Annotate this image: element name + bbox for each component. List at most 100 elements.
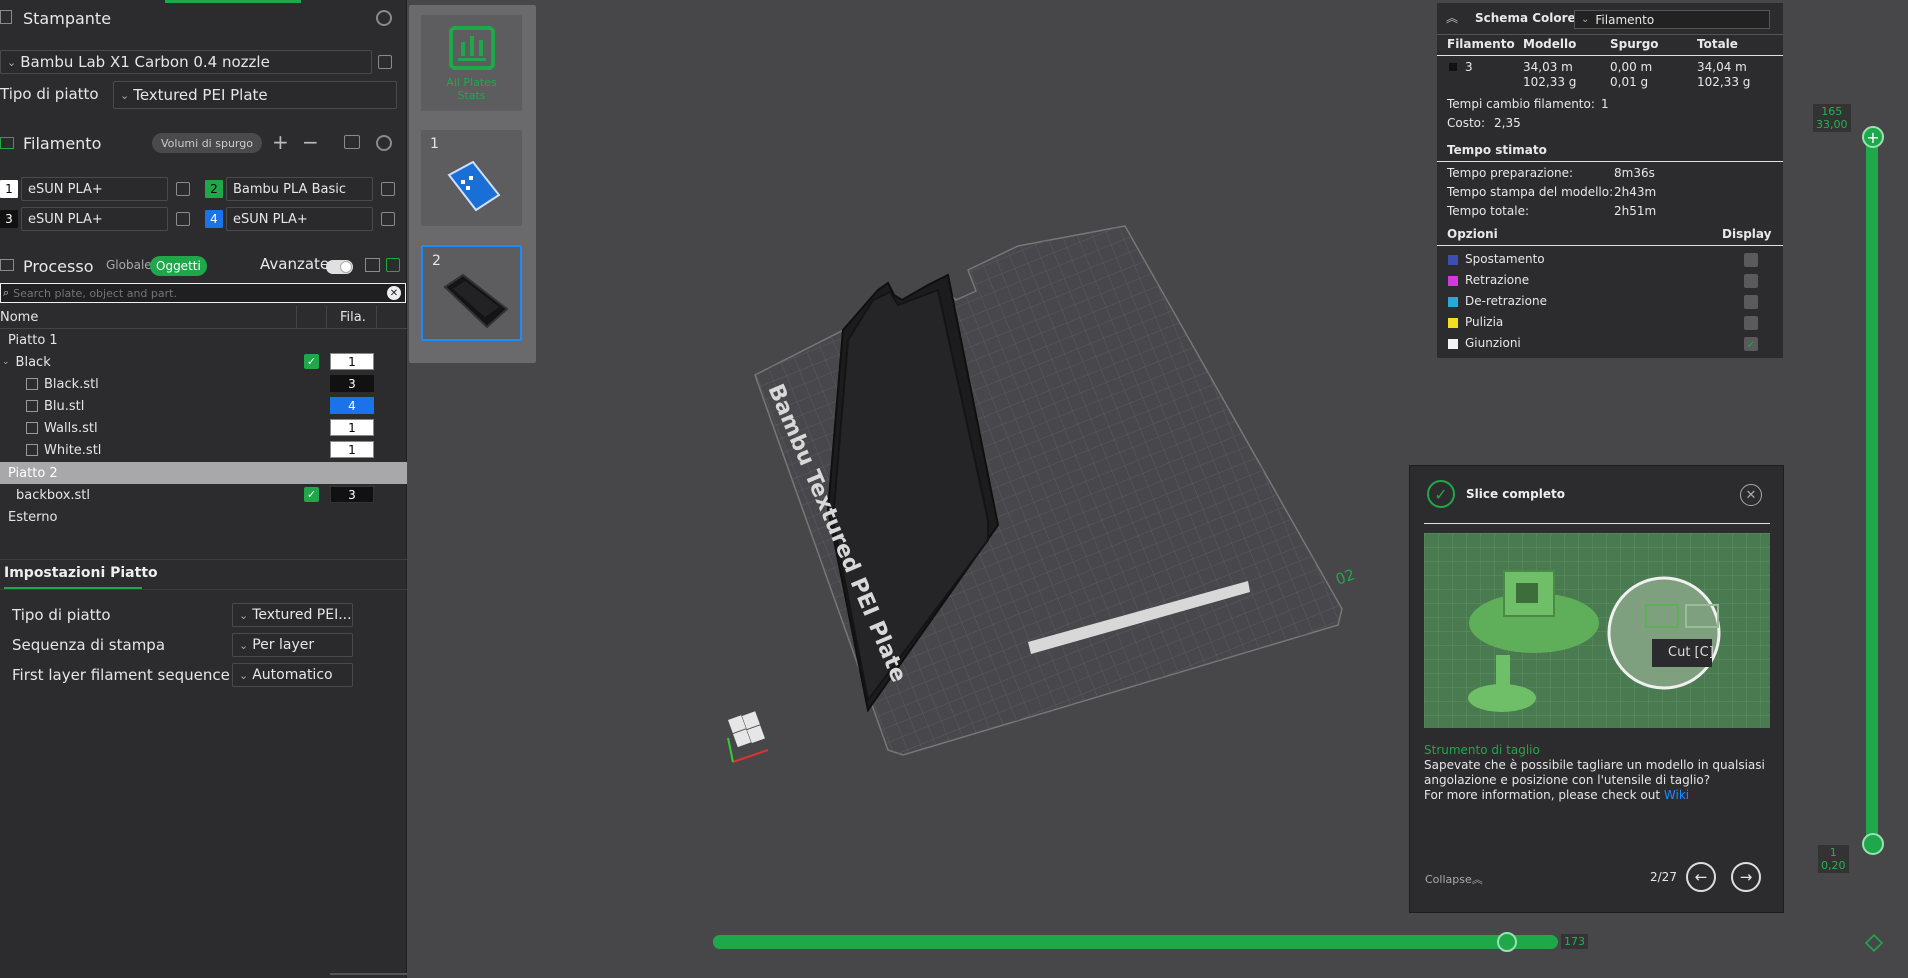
add-filament-button[interactable]: + xyxy=(272,130,289,154)
layer-slider-bottom-knob[interactable] xyxy=(1862,833,1884,855)
option-label: Giunzioni xyxy=(1465,336,1521,350)
tab-plate-settings[interactable]: Impostazioni Piatto xyxy=(4,565,158,581)
edit-icon[interactable] xyxy=(381,182,395,196)
tree-part-row[interactable]: Walls.stl 1 xyxy=(0,417,407,439)
plate-setting-select[interactable]: ⌄ Textured PEI... xyxy=(232,603,353,627)
tree-plate-2[interactable]: Piatto 2 xyxy=(0,462,407,484)
tree-plate-1[interactable]: Piatto 1 xyxy=(0,329,407,351)
y-axis xyxy=(727,737,734,763)
display-checkbox[interactable] xyxy=(1744,253,1758,267)
filament-cell[interactable]: 1 xyxy=(330,441,374,458)
display-checkbox[interactable]: ✓ xyxy=(1744,337,1758,351)
display-checkbox[interactable] xyxy=(1744,295,1758,309)
filament-slot-number[interactable]: 4 xyxy=(205,210,223,228)
option-label: Pulizia xyxy=(1465,315,1504,329)
filament-cell[interactable]: 3 xyxy=(330,375,374,392)
search-input[interactable] xyxy=(13,286,374,300)
tree-part-row[interactable]: White.stl 1 xyxy=(0,439,407,461)
printer-select[interactable]: ⌄ Bambu Lab X1 Carbon 0.4 nozzle xyxy=(0,50,372,74)
stats-label: Stats xyxy=(457,89,486,102)
plate-number: 02 xyxy=(1333,565,1357,588)
plate-type-select[interactable]: ⌄ Textured PEI Plate xyxy=(113,81,397,109)
next-tip-button[interactable]: → xyxy=(1731,862,1761,892)
layer-slider-top-knob[interactable]: + xyxy=(1862,126,1884,148)
filament-slot-number[interactable]: 1 xyxy=(0,180,18,198)
plate-thumbnail-2[interactable]: 2 xyxy=(421,245,522,341)
part-icon xyxy=(26,422,38,434)
visible-checkbox[interactable]: ✓ xyxy=(304,354,319,369)
collapse-button[interactable]: Collapse︽ xyxy=(1425,871,1483,887)
edit-icon[interactable] xyxy=(378,55,392,69)
filament-slot-select[interactable]: eSUN PLA+ xyxy=(21,207,168,231)
close-icon[interactable]: ✕ xyxy=(1740,484,1762,506)
plate-thumbnail-1[interactable]: 1 xyxy=(421,130,522,226)
gear-icon[interactable] xyxy=(376,10,392,26)
collapse-up-icon[interactable]: ︽ xyxy=(1446,9,1458,26)
chevron-down-icon: ⌄ xyxy=(239,668,249,682)
edit-icon[interactable] xyxy=(381,212,395,226)
filament-icon xyxy=(0,137,14,149)
layer-slider[interactable] xyxy=(1866,130,1878,850)
color-scheme-select[interactable]: ⌄ Filamento xyxy=(1574,10,1770,29)
collapse-label: Collapse xyxy=(1425,873,1472,886)
bottom-layer-height: 0,20 xyxy=(1821,859,1846,872)
filament-cell[interactable]: 4 xyxy=(330,397,374,414)
chevron-down-icon: ⌄ xyxy=(239,608,249,622)
option-color-swatch xyxy=(1448,318,1458,328)
plate-setting-select[interactable]: ⌄ Per layer xyxy=(232,633,353,657)
plate-setting-select[interactable]: ⌄ Automatico xyxy=(232,663,353,687)
backbox-label: backbox.stl xyxy=(16,487,91,503)
part-icon xyxy=(26,444,38,456)
filament-slot-select[interactable]: Bambu PLA Basic xyxy=(226,177,373,201)
filament-slot-select[interactable]: eSUN PLA+ xyxy=(226,207,373,231)
tree-external[interactable]: Esterno xyxy=(0,506,407,528)
plate-setting-value: Textured PEI... xyxy=(252,607,352,623)
edit-icon[interactable] xyxy=(176,182,190,196)
search-bar[interactable]: ⌕ ✕ xyxy=(0,283,406,303)
tree-black-group[interactable]: ⌄ Black ✓ 1 xyxy=(0,351,407,373)
wiki-link[interactable]: Wiki xyxy=(1664,788,1689,802)
plate-setting-value: Automatico xyxy=(252,667,333,683)
process-section-header: Processo Globale Oggetti Avanzate xyxy=(0,253,407,279)
tree-part-row[interactable]: Blu.stl 4 xyxy=(0,395,407,417)
gear-icon[interactable] xyxy=(376,135,392,151)
cost-value: 2,35 xyxy=(1494,116,1521,130)
filament-cell[interactable]: 1 xyxy=(330,353,374,370)
part-name: White.stl xyxy=(44,442,102,458)
printer-section-header: Stampante xyxy=(0,5,407,31)
tree-part-row[interactable]: Black.stl 3 xyxy=(0,373,407,395)
filament-cell[interactable]: 1 xyxy=(330,419,374,436)
all-plates-stats-button[interactable]: All Plates Stats xyxy=(421,15,522,111)
remove-filament-button[interactable]: − xyxy=(302,130,319,154)
tree-backbox[interactable]: backbox.stl ✓ 3 xyxy=(0,484,407,506)
display-checkbox[interactable] xyxy=(1744,316,1758,330)
plate-setting-label: First layer filament sequence xyxy=(12,666,230,684)
filament-name: Bambu PLA Basic xyxy=(233,181,346,197)
clear-search-icon[interactable]: ✕ xyxy=(387,286,401,300)
sync-ams-icon[interactable] xyxy=(344,135,360,149)
tab-objects[interactable]: Oggetti xyxy=(150,256,207,276)
previous-tip-button[interactable]: ← xyxy=(1686,862,1716,892)
option-label: Spostamento xyxy=(1465,252,1545,266)
filament-slot-number[interactable]: 2 xyxy=(205,180,223,198)
tab-global[interactable]: Globale xyxy=(106,258,152,272)
option-color-swatch xyxy=(1448,339,1458,349)
more-info-line: For more information, please check out W… xyxy=(1424,788,1689,802)
edit-icon[interactable] xyxy=(176,212,190,226)
process-section-title: Processo xyxy=(23,256,94,276)
filament-slot-select[interactable]: eSUN PLA+ xyxy=(21,177,168,201)
display-checkbox[interactable] xyxy=(1744,274,1758,288)
filament-section-title: Filamento xyxy=(23,133,102,153)
advanced-toggle[interactable] xyxy=(326,260,353,274)
move-slider[interactable] xyxy=(713,935,1558,949)
list-icon[interactable] xyxy=(365,258,380,272)
purge-volumes-button[interactable]: Volumi di spurgo xyxy=(152,133,262,153)
compare-icon[interactable] xyxy=(386,258,400,272)
filament-slot-number[interactable]: 3 xyxy=(0,210,18,228)
filament-cell[interactable]: 3 xyxy=(330,486,374,503)
estimated-time-title: Tempo stimato xyxy=(1447,143,1547,157)
visible-checkbox[interactable]: ✓ xyxy=(304,487,319,502)
left-sidebar: Stampante ⌄ Bambu Lab X1 Carbon 0.4 nozz… xyxy=(0,0,407,978)
time-label: Tempo totale: xyxy=(1447,204,1530,218)
more-info-text: For more information, please check out xyxy=(1424,788,1661,802)
